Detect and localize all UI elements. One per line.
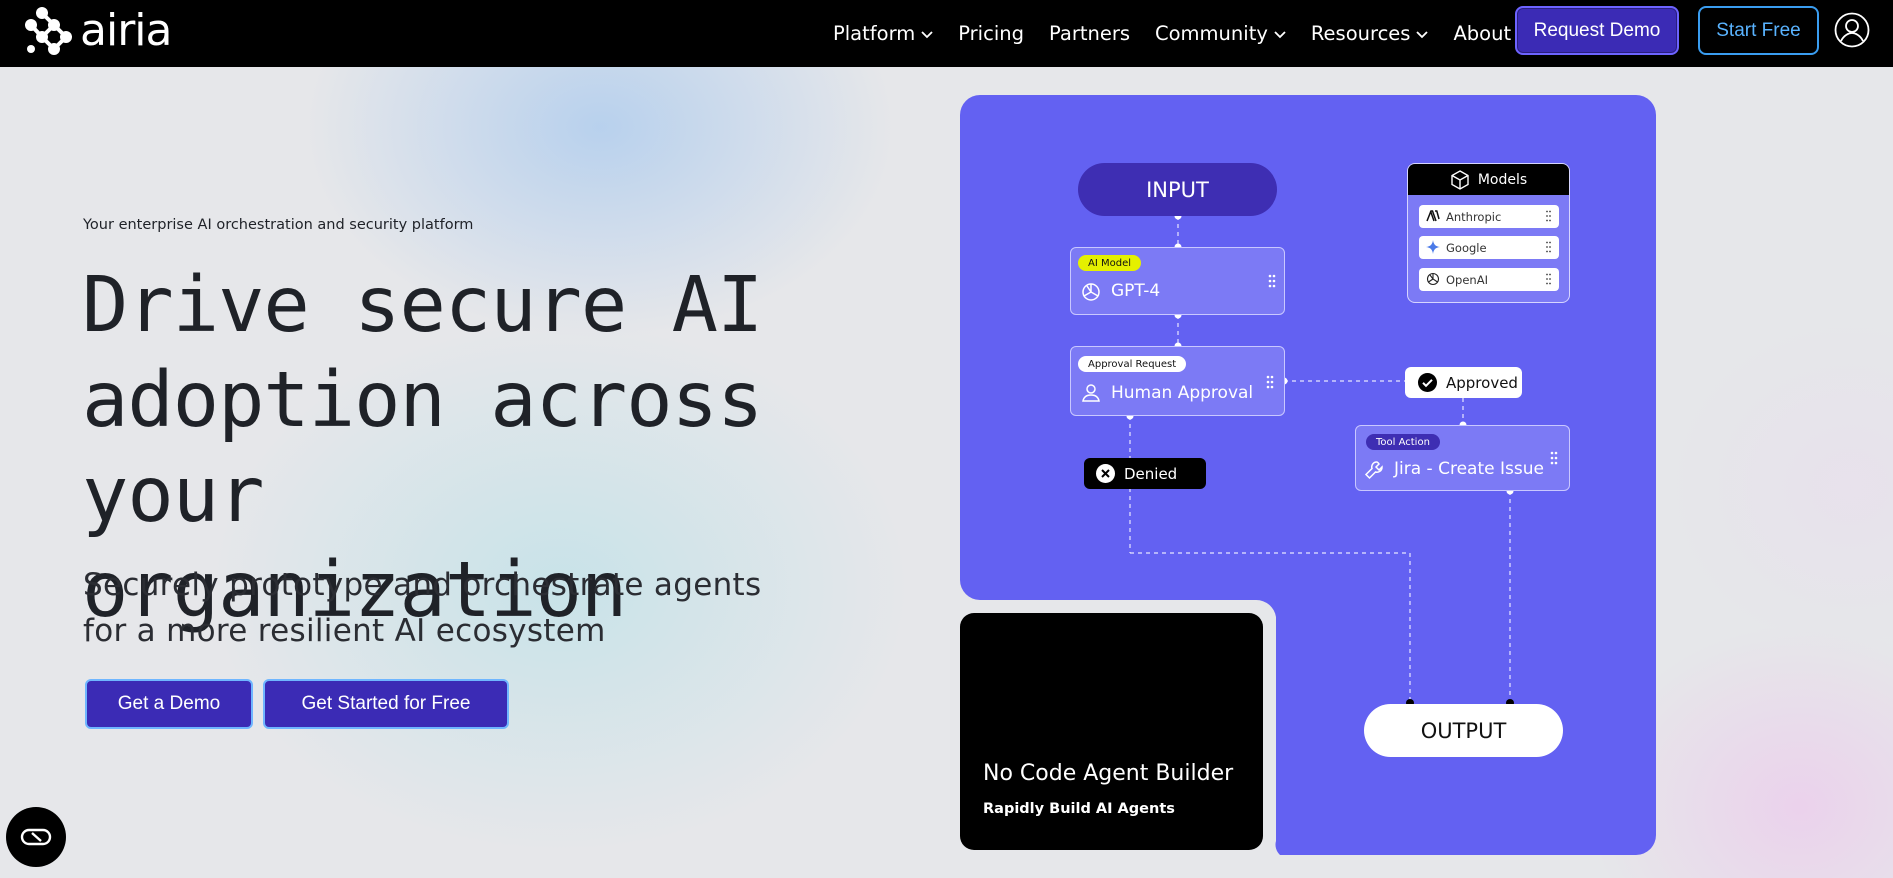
wrench-icon — [1364, 461, 1383, 480]
output-node: OUTPUT — [1364, 704, 1563, 757]
anthropic-icon — [1426, 210, 1440, 222]
cube-icon — [1451, 169, 1469, 190]
video-card-subtitle: Rapidly Build AI Agents — [983, 801, 1175, 817]
model-item-openai[interactable]: OpenAI — [1419, 268, 1559, 291]
drag-handle-icon[interactable] — [1546, 273, 1551, 285]
tool-action-tag: Tool Action — [1366, 434, 1440, 450]
openai-icon — [1426, 272, 1440, 286]
drag-handle-icon[interactable] — [1546, 241, 1551, 253]
ai-model-title: GPT-4 — [1111, 281, 1161, 301]
models-title: Models — [1477, 171, 1528, 188]
drag-handle-icon[interactable] — [1550, 451, 1558, 465]
approved-badge: Approved — [1405, 367, 1522, 398]
drag-handle-icon[interactable] — [1268, 274, 1276, 288]
ai-model-tag: AI Model — [1078, 255, 1141, 271]
x-circle-icon — [1096, 464, 1115, 483]
drag-handle-icon[interactable] — [1266, 375, 1274, 389]
model-item-label: Anthropic — [1446, 209, 1502, 224]
input-node: INPUT — [1078, 163, 1277, 216]
openai-icon — [1082, 283, 1100, 301]
model-item-label: OpenAI — [1446, 272, 1488, 287]
human-approval-title: Human Approval — [1111, 383, 1254, 403]
model-item-google[interactable]: Google — [1419, 236, 1559, 259]
check-circle-icon — [1418, 373, 1437, 392]
gemini-sparkle-icon — [1426, 240, 1440, 254]
approved-label: Approved — [1446, 373, 1518, 392]
workflow-connectors — [1126, 212, 1514, 707]
denied-badge: Denied — [1084, 458, 1206, 489]
no-code-agent-builder-card[interactable]: No Code Agent Builder Rapidly Build AI A… — [960, 613, 1263, 850]
model-item-anthropic[interactable]: Anthropic — [1419, 205, 1559, 228]
tool-action-title: Jira - Create Issue — [1394, 459, 1544, 479]
models-header: Models — [1408, 164, 1569, 195]
video-card-title: No Code Agent Builder — [983, 761, 1234, 786]
denied-label: Denied — [1124, 464, 1178, 483]
person-icon — [1082, 384, 1100, 402]
drag-handle-icon[interactable] — [1546, 210, 1551, 222]
models-card: Models Anthropic Google OpenAI — [1407, 163, 1570, 303]
model-item-label: Google — [1446, 240, 1487, 255]
approval-request-tag: Approval Request — [1078, 356, 1187, 372]
